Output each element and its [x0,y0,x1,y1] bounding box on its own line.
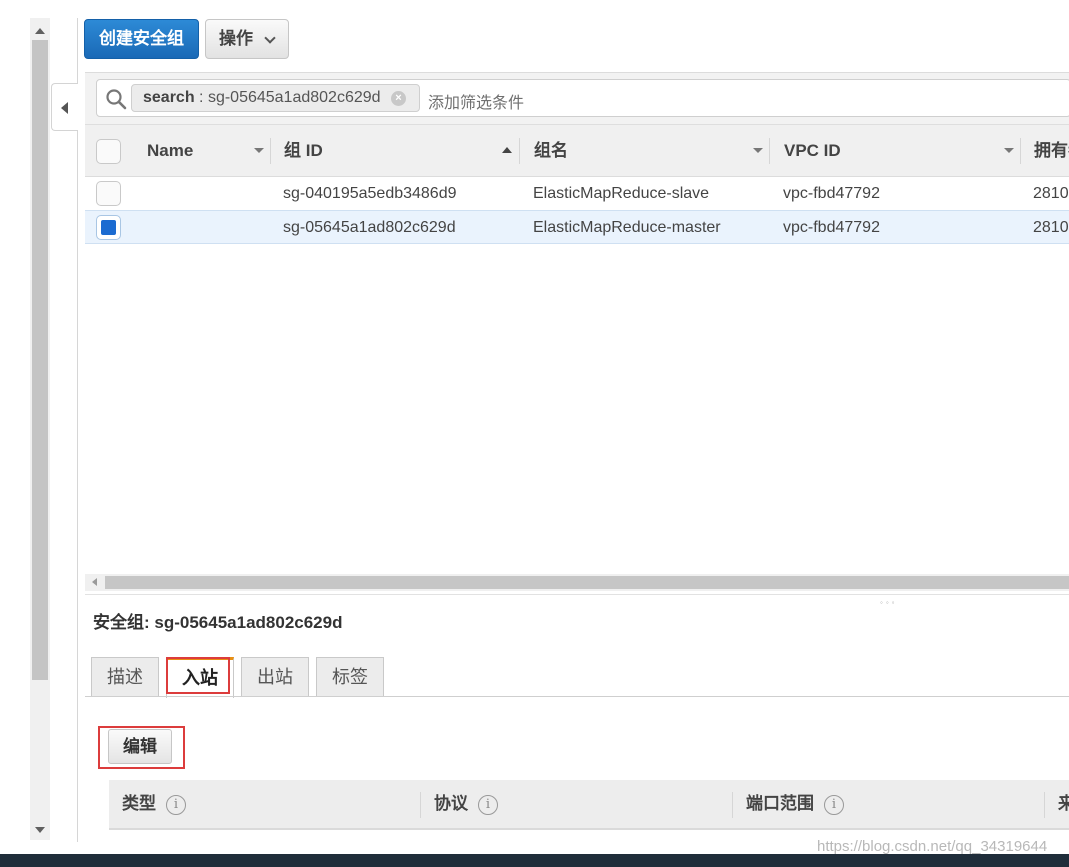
detail-title: 安全组: sg-05645a1ad802c629d [93,613,343,632]
column-header-group-name[interactable]: 组名 [534,125,770,177]
chevron-down-icon [264,32,276,44]
search-icon [106,89,127,110]
page-scrollbar[interactable] [30,18,50,840]
scroll-thumb[interactable] [32,40,48,680]
cell-group-id: sg-05645a1ad802c629d [283,219,456,236]
tabs-underline [85,696,1069,697]
rules-column-protocol[interactable]: 协议 i [434,780,498,828]
info-icon[interactable]: i [824,794,844,815]
table-header: Name 组 ID 组名 VPC ID 拥有者 [85,124,1069,177]
column-header-name[interactable]: Name [147,125,271,177]
cell-owner: 2810 [1033,219,1069,236]
rules-table-header: 类型 i 协议 i 端口范围 i 来 [109,780,1069,830]
rules-column-label: 来 [1058,794,1069,813]
watermark: https://blog.csdn.net/qq_34319644 [817,838,1048,855]
table-horizontal-scrollbar[interactable] [85,574,1069,591]
rules-column-source[interactable]: 来 [1058,780,1069,828]
panel-splitter[interactable] [85,594,1069,595]
filter-token-value: sg-05645a1ad802c629d [207,89,381,106]
cell-owner: 2810 [1033,185,1069,202]
info-icon[interactable]: i [478,794,498,815]
cell-vpc-id: vpc-fbd47792 [783,219,880,236]
cell-group-id: sg-040195a5edb3486d9 [283,185,457,202]
chevron-left-icon [61,102,68,114]
actions-label: 操作 [219,29,253,48]
sort-caret-icon [753,148,763,153]
cell-group-name: ElasticMapReduce-slave [533,185,710,202]
rules-column-port-range[interactable]: 端口范围 i [746,780,844,828]
column-header-label: Name [147,141,194,160]
actions-dropdown-button[interactable]: 操作 [205,19,289,59]
sort-ascending-icon [502,147,512,153]
scroll-thumb[interactable] [105,576,1069,589]
column-header-label: VPC ID [784,141,841,160]
table-row[interactable]: sg-040195a5edb3486d9 ElasticMapReduce-sl… [85,177,1069,211]
column-header-label: 组名 [534,141,568,160]
scroll-left-icon[interactable] [92,578,97,586]
rules-column-label: 端口范围 [746,794,814,813]
tab-description[interactable]: 描述 [91,657,159,697]
rules-column-label: 协议 [434,794,468,813]
add-filter-placeholder[interactable]: 添加筛选条件 [428,89,524,113]
scroll-down-icon[interactable] [35,827,45,833]
column-header-vpc-id[interactable]: VPC ID [784,125,1021,177]
column-header-group-id[interactable]: 组 ID [284,125,520,177]
search-input[interactable]: search : sg-05645a1ad802c629d × 添加筛选条件 [96,79,1069,117]
column-header-label: 拥有者 [1034,141,1069,160]
filter-token[interactable]: search : sg-05645a1ad802c629d × [131,84,420,112]
table-row-selected[interactable]: sg-05645a1ad802c629d ElasticMapReduce-ma… [85,210,1069,244]
row-checkbox[interactable] [96,181,121,206]
scroll-up-icon[interactable] [35,28,45,34]
bottom-bar [0,854,1069,867]
remove-token-icon[interactable]: × [391,91,406,106]
cell-vpc-id: vpc-fbd47792 [783,185,880,202]
filter-token-key: search [143,89,195,106]
filter-bar: search : sg-05645a1ad802c629d × 添加筛选条件 [85,72,1069,124]
sort-caret-icon [1004,148,1014,153]
highlight-box-edit [98,726,185,769]
column-header-owner[interactable]: 拥有者 [1034,125,1069,177]
resize-grip-icon[interactable]: ◦◦◦ [880,598,898,607]
nav-divider [77,18,78,842]
cell-group-name: ElasticMapReduce-master [533,219,721,236]
collapse-nav-button[interactable] [51,83,78,131]
sort-caret-icon [254,148,264,153]
tab-tags[interactable]: 标签 [316,657,384,697]
info-icon[interactable]: i [166,794,186,815]
tab-outbound[interactable]: 出站 [241,657,309,697]
rules-column-type[interactable]: 类型 i [122,780,186,828]
create-security-group-button[interactable]: 创建安全组 [84,19,199,59]
select-all-checkbox[interactable] [96,139,121,164]
column-header-label: 组 ID [284,141,323,160]
filter-token-separator: : [194,89,208,106]
row-checkbox-checked[interactable] [96,215,121,240]
rules-column-label: 类型 [122,794,156,813]
highlight-box-inbound [166,657,230,694]
